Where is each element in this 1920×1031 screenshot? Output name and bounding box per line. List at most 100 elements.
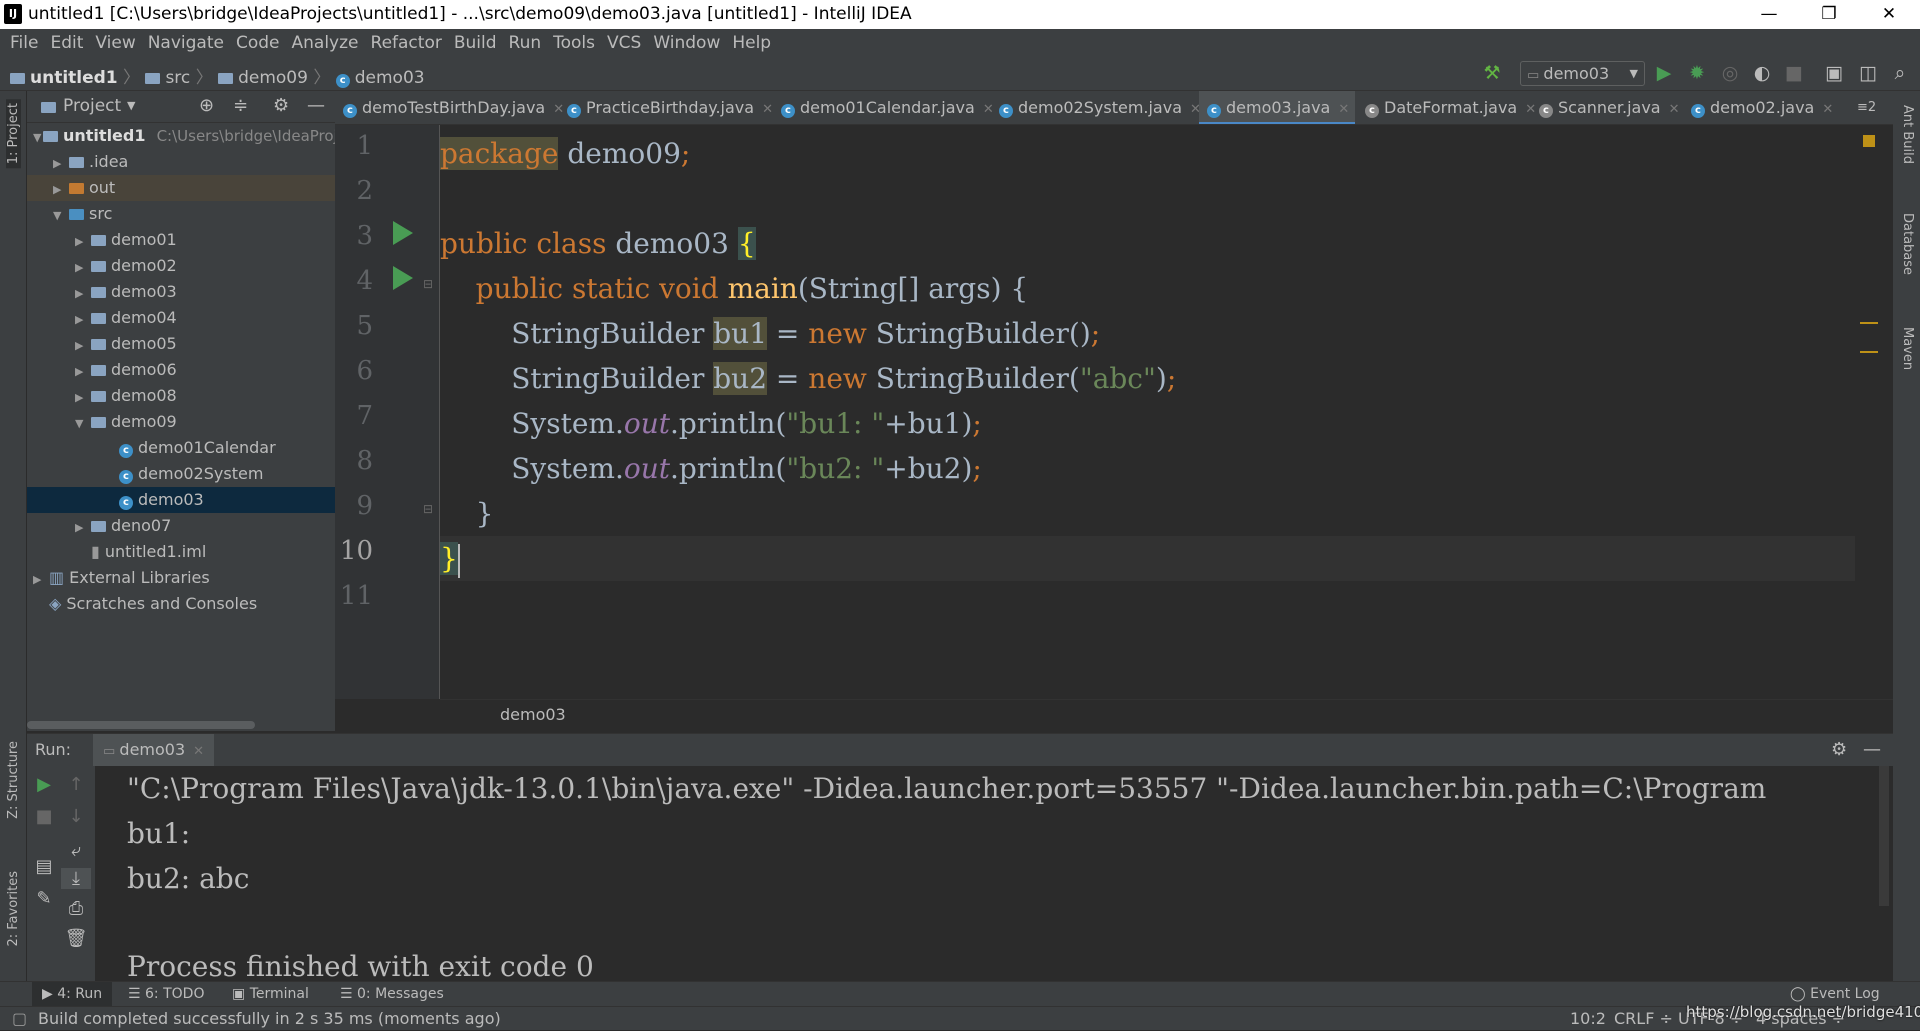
- gear-icon[interactable]: ⚙: [1831, 734, 1847, 766]
- tab-demo01calendar[interactable]: c demo01Calendar.java ✕: [773, 91, 994, 124]
- close-tab-icon[interactable]: ✕: [1338, 102, 1349, 117]
- tab-dateformat[interactable]: c DateFormat.java ✕: [1357, 91, 1536, 124]
- menu-build[interactable]: Build: [448, 33, 503, 53]
- layout-icon[interactable]: ◫: [1856, 62, 1880, 84]
- breadcrumb-project[interactable]: untitled1: [30, 68, 118, 88]
- line-separator[interactable]: CRLF ÷: [1614, 1007, 1673, 1031]
- hide-panel-icon[interactable]: —: [307, 95, 325, 116]
- tab-demo02system[interactable]: c demo02System.java ✕: [991, 91, 1201, 124]
- tree-item-demo05[interactable]: ▶ demo05: [27, 331, 335, 357]
- debug-icon[interactable]: ✹: [1685, 62, 1709, 84]
- error-stripe-mark[interactable]: [1860, 322, 1878, 324]
- menu-analyze[interactable]: Analyze: [286, 33, 365, 53]
- breadcrumb-package[interactable]: demo09: [238, 68, 308, 88]
- tab-demo02[interactable]: c demo02.java ✕: [1683, 91, 1833, 124]
- menu-run[interactable]: Run: [503, 33, 548, 53]
- build-hammer-icon[interactable]: ⚒: [1480, 62, 1504, 84]
- close-tab-icon[interactable]: ✕: [193, 744, 204, 759]
- menu-window[interactable]: Window: [647, 33, 726, 53]
- tab-demo03[interactable]: c demo03.java ✕: [1199, 91, 1355, 124]
- tab-demotestbirthday[interactable]: c demoTestBirthDay.java ✕: [335, 91, 564, 124]
- status-toggle-icon[interactable]: ▢: [12, 1007, 27, 1031]
- tree-item-demo03-class[interactable]: c demo03: [27, 487, 335, 513]
- tree-item-scratches[interactable]: ◈ Scratches and Consoles: [27, 591, 335, 617]
- restore-button[interactable]: ❐: [1806, 0, 1852, 29]
- chevron-down-icon[interactable]: ▼: [127, 99, 135, 112]
- tool-window-maven[interactable]: Maven: [1900, 327, 1915, 370]
- project-structure-icon[interactable]: ▣: [1822, 62, 1846, 84]
- horizontal-scrollbar[interactable]: [27, 721, 255, 729]
- tree-item-demo06[interactable]: ▶ demo06: [27, 357, 335, 383]
- fold-icon[interactable]: ⊟: [423, 277, 433, 291]
- code-editor[interactable]: package demo09; public class demo03 { pu…: [440, 125, 1860, 699]
- restore-layout-icon[interactable]: ▤: [29, 856, 59, 877]
- tree-item-demo04[interactable]: ▶ demo04: [27, 305, 335, 331]
- gear-icon[interactable]: ⚙: [273, 95, 289, 116]
- tool-tab-terminal[interactable]: ▣ Terminal: [232, 982, 309, 1007]
- profile-icon[interactable]: ◐: [1750, 62, 1774, 84]
- tree-item-demo01calendar[interactable]: c demo01Calendar: [27, 435, 335, 461]
- tool-window-project[interactable]: 1: Project: [6, 99, 21, 169]
- tool-tab-messages[interactable]: ☰ 0: Messages: [340, 982, 444, 1007]
- close-tab-icon[interactable]: ✕: [1822, 102, 1833, 117]
- menu-edit[interactable]: Edit: [44, 33, 89, 53]
- tree-item-demo03[interactable]: ▶ demo03: [27, 279, 335, 305]
- warning-indicator-icon[interactable]: [1863, 135, 1875, 147]
- tree-item-demo08[interactable]: ▶ demo08: [27, 383, 335, 409]
- scroll-to-end-icon[interactable]: ⤓: [61, 868, 91, 889]
- menu-vcs[interactable]: VCS: [601, 33, 647, 53]
- stop-icon[interactable]: ■: [29, 806, 59, 827]
- tree-item-out[interactable]: ▶ out: [27, 175, 335, 201]
- soft-wrap-icon[interactable]: ⤶: [61, 840, 91, 861]
- menu-tools[interactable]: Tools: [547, 33, 601, 53]
- tree-item-iml[interactable]: ▮ untitled1.iml: [27, 539, 335, 565]
- caret-position[interactable]: 10:2: [1570, 1007, 1606, 1031]
- run-gutter-icon[interactable]: [393, 266, 413, 290]
- menu-code[interactable]: Code: [230, 33, 286, 53]
- menu-view[interactable]: View: [89, 33, 141, 53]
- scroll-down-icon[interactable]: ↓: [61, 806, 91, 827]
- menu-help[interactable]: Help: [726, 33, 777, 53]
- hide-panel-icon[interactable]: —: [1863, 734, 1881, 766]
- error-stripe-mark[interactable]: [1860, 351, 1878, 353]
- tool-window-database[interactable]: Database: [1900, 213, 1915, 275]
- breadcrumb-file[interactable]: demo03: [355, 68, 425, 88]
- scroll-up-icon[interactable]: ↑: [61, 774, 91, 795]
- tree-item-src[interactable]: ▼ src: [27, 201, 335, 227]
- menu-file[interactable]: File: [4, 33, 44, 53]
- trash-icon[interactable]: 🗑: [61, 928, 91, 949]
- editor-breadcrumb-item[interactable]: demo03: [500, 705, 566, 724]
- coverage-icon[interactable]: ◎: [1718, 62, 1742, 84]
- tree-item-demo02system[interactable]: c demo02System: [27, 461, 335, 487]
- locate-icon[interactable]: ⊕: [199, 95, 214, 116]
- search-icon[interactable]: ⌕: [1888, 62, 1912, 84]
- run-tab-demo03[interactable]: ▭ demo03 ✕: [93, 734, 215, 766]
- minimize-button[interactable]: —: [1746, 0, 1792, 29]
- tool-tab-run[interactable]: ▶ 4: Run: [32, 982, 113, 1007]
- collapse-all-icon[interactable]: ≑: [233, 95, 248, 116]
- tool-tab-todo[interactable]: ☰ 6: TODO: [128, 982, 204, 1007]
- tool-window-structure[interactable]: Z: Structure: [6, 741, 21, 819]
- tree-item-demo02[interactable]: ▶ demo02: [27, 253, 335, 279]
- close-tab-icon[interactable]: ✕: [1669, 102, 1680, 117]
- fold-icon[interactable]: ⊟: [423, 502, 433, 516]
- console-scrollbar[interactable]: [1879, 766, 1889, 906]
- status-message[interactable]: Build completed successfully in 2 s 35 m…: [38, 1007, 501, 1031]
- close-button[interactable]: ✕: [1866, 0, 1912, 29]
- tab-scanner[interactable]: c Scanner.java ✕: [1531, 91, 1681, 124]
- menu-refactor[interactable]: Refactor: [365, 33, 448, 53]
- print-icon[interactable]: ⎙: [61, 898, 91, 919]
- console-output[interactable]: "C:\Program Files\Java\jdk-13.0.1\bin\ja…: [95, 766, 1893, 982]
- tab-practicebirthday[interactable]: c PracticeBirthday.java ✕: [559, 91, 773, 124]
- breadcrumb-src[interactable]: src: [165, 68, 190, 88]
- pin-icon[interactable]: ✎: [29, 888, 59, 909]
- editor-vertical-scrollbar[interactable]: [1855, 125, 1893, 699]
- tree-item-idea[interactable]: ▶ .idea: [27, 149, 335, 175]
- tab-overflow-button[interactable]: ≡2: [1849, 91, 1889, 124]
- run-icon[interactable]: ▶: [1652, 62, 1676, 84]
- tool-window-favorites[interactable]: 2: Favorites: [6, 871, 21, 947]
- stop-icon[interactable]: ■: [1782, 62, 1806, 84]
- tree-item-demo09[interactable]: ▼ demo09: [27, 409, 335, 435]
- tree-item-external-libraries[interactable]: ▶ ▥ External Libraries: [27, 565, 335, 591]
- run-config-select[interactable]: ▭ demo03 ▼: [1520, 61, 1645, 86]
